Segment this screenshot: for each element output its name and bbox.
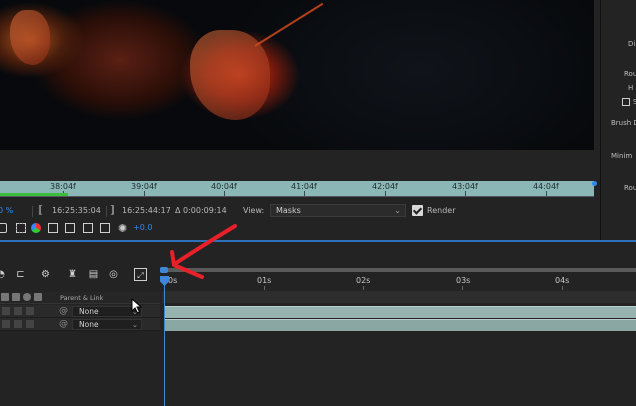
time-label: 02s bbox=[356, 276, 371, 285]
3d-view-icon[interactable] bbox=[100, 223, 110, 233]
layer-duration-bar[interactable] bbox=[164, 319, 636, 331]
current-time-indicator[interactable] bbox=[164, 276, 165, 406]
mask-properties-panel: Di Rou H S Brush D Minim Rou bbox=[600, 0, 636, 240]
motion-blur-icon[interactable]: ◎ bbox=[107, 268, 120, 281]
parent-value: None bbox=[79, 307, 99, 316]
chevron-down-icon: ⌄ bbox=[131, 320, 138, 329]
panel-label: H bbox=[628, 84, 634, 92]
parent-link-header[interactable]: Parent & Link bbox=[60, 294, 103, 302]
shy-layers-icon[interactable]: ♜ bbox=[66, 268, 79, 281]
time-tick bbox=[363, 286, 364, 290]
annotation-arrow-icon bbox=[170, 224, 237, 279]
duration-readout: Δ 0:00:09:14 bbox=[175, 206, 227, 215]
ruler-tick bbox=[546, 191, 547, 196]
exposure-icon[interactable]: ✺ bbox=[118, 222, 127, 235]
out-point-bracket-icon[interactable]: ⟧ bbox=[110, 205, 115, 216]
ruler-label: 38:04f bbox=[50, 182, 76, 191]
snapshot-icon[interactable] bbox=[0, 223, 7, 233]
lock-column-icon[interactable] bbox=[12, 293, 20, 301]
draft-3d-icon[interactable]: ⚙ bbox=[39, 268, 52, 281]
timeline-panel: ◔ ⊏ ⚙ ♜ ▤ ◎ ⤢ 0s 01s 02s 03s 04s Parent … bbox=[0, 242, 636, 406]
ruler-label: 44:04f bbox=[533, 182, 559, 191]
ruler-tick bbox=[385, 191, 386, 196]
panel-label: Minim bbox=[611, 152, 633, 160]
zoom-value[interactable]: 0 % bbox=[0, 206, 13, 215]
viewer-icon-bar: ✺ +0.0 bbox=[0, 221, 600, 235]
ruler-label: 40:04f bbox=[211, 182, 237, 191]
end-time[interactable]: 16:25:44:17 bbox=[122, 206, 171, 215]
view-value: Masks bbox=[276, 206, 301, 215]
layer-switch[interactable] bbox=[14, 320, 22, 328]
ruler-label: 41:04f bbox=[291, 182, 317, 191]
render-label: Render bbox=[427, 206, 456, 215]
footage-shoulder-highlight bbox=[10, 10, 50, 65]
graph-editor-icon[interactable]: ⤢ bbox=[134, 268, 147, 281]
ruler-tick bbox=[144, 191, 145, 196]
region-of-interest-icon[interactable] bbox=[16, 223, 26, 233]
layer-duration-bar[interactable] bbox=[164, 306, 636, 318]
panel-label: Rou bbox=[624, 70, 636, 78]
ruler-label: 39:04f bbox=[131, 182, 157, 191]
chevron-down-icon: ⌄ bbox=[394, 206, 401, 215]
timeline-search-icon[interactable]: ◔ bbox=[0, 268, 7, 281]
layer-row[interactable]: @ None ⌄ bbox=[0, 318, 160, 331]
ruler-end-marker[interactable] bbox=[592, 181, 597, 186]
shy-column-icon[interactable] bbox=[23, 293, 31, 301]
time-tick bbox=[562, 286, 563, 290]
time-tick bbox=[462, 286, 463, 290]
ruler-tick bbox=[465, 191, 466, 196]
solo-column-icon[interactable] bbox=[1, 293, 9, 301]
panel-label: Rou bbox=[624, 184, 636, 192]
parent-value: None bbox=[79, 320, 99, 329]
collapse-column-icon[interactable] bbox=[34, 293, 42, 301]
mouse-cursor-icon bbox=[131, 298, 143, 314]
view-label: View: bbox=[243, 206, 265, 215]
time-tick bbox=[264, 286, 265, 290]
view-dropdown[interactable]: Masks ⌄ bbox=[270, 204, 406, 217]
frame-blending-icon[interactable]: ▤ bbox=[87, 268, 100, 281]
comp-flowchart-icon[interactable]: ⊏ bbox=[14, 268, 27, 281]
exposure-value[interactable]: +0.0 bbox=[133, 223, 152, 232]
ruler-label: 42:04f bbox=[372, 182, 398, 191]
pick-whip-icon[interactable]: @ bbox=[59, 319, 68, 329]
footage-frame bbox=[0, 0, 594, 150]
grid-toggle-icon[interactable] bbox=[48, 223, 58, 233]
preview-time-ruler[interactable]: 38:04f 39:04f 40:04f 41:04f 42:04f 43:04… bbox=[0, 181, 597, 197]
footage-light-streak bbox=[254, 2, 324, 47]
layer-switch[interactable] bbox=[26, 320, 34, 328]
composition-viewer: 38:04f 39:04f 40:04f 41:04f 42:04f 43:04… bbox=[0, 0, 600, 235]
timeline-toolbar: ◔ ⊏ ⚙ ♜ ▤ ◎ ⤢ bbox=[0, 268, 160, 282]
layer-switch[interactable] bbox=[26, 307, 34, 315]
layer-switch[interactable] bbox=[14, 307, 22, 315]
start-time[interactable]: 16:25:35:04 bbox=[52, 206, 101, 215]
ruler-tick bbox=[304, 191, 305, 196]
divider bbox=[32, 206, 33, 217]
time-label: 04s bbox=[555, 276, 570, 285]
layer-switch[interactable] bbox=[2, 307, 10, 315]
ruler-label: 43:04f bbox=[452, 182, 478, 191]
panel-checkbox[interactable] bbox=[622, 98, 630, 106]
color-channels-icon[interactable] bbox=[31, 223, 41, 233]
cache-progress-bar bbox=[0, 193, 68, 196]
track-area-header bbox=[162, 291, 636, 303]
parent-dropdown[interactable]: None ⌄ bbox=[72, 319, 142, 330]
layer-switch[interactable] bbox=[2, 320, 10, 328]
time-label: 01s bbox=[257, 276, 272, 285]
render-checkbox[interactable] bbox=[412, 205, 423, 216]
ruler-tick bbox=[224, 191, 225, 196]
time-label: 03s bbox=[456, 276, 471, 285]
pick-whip-icon[interactable]: @ bbox=[59, 306, 68, 316]
divider bbox=[106, 206, 107, 217]
transparency-grid-icon[interactable] bbox=[65, 223, 75, 233]
panel-label: Brush D bbox=[611, 119, 636, 127]
preview-transport-bar: 0 % ⟦ 16:25:35:04 ⟧ 16:25:44:17 Δ 0:00:0… bbox=[0, 203, 600, 219]
in-point-bracket-icon[interactable]: ⟦ bbox=[38, 205, 43, 216]
panel-label: Di bbox=[628, 40, 636, 48]
guides-icon[interactable] bbox=[83, 223, 93, 233]
